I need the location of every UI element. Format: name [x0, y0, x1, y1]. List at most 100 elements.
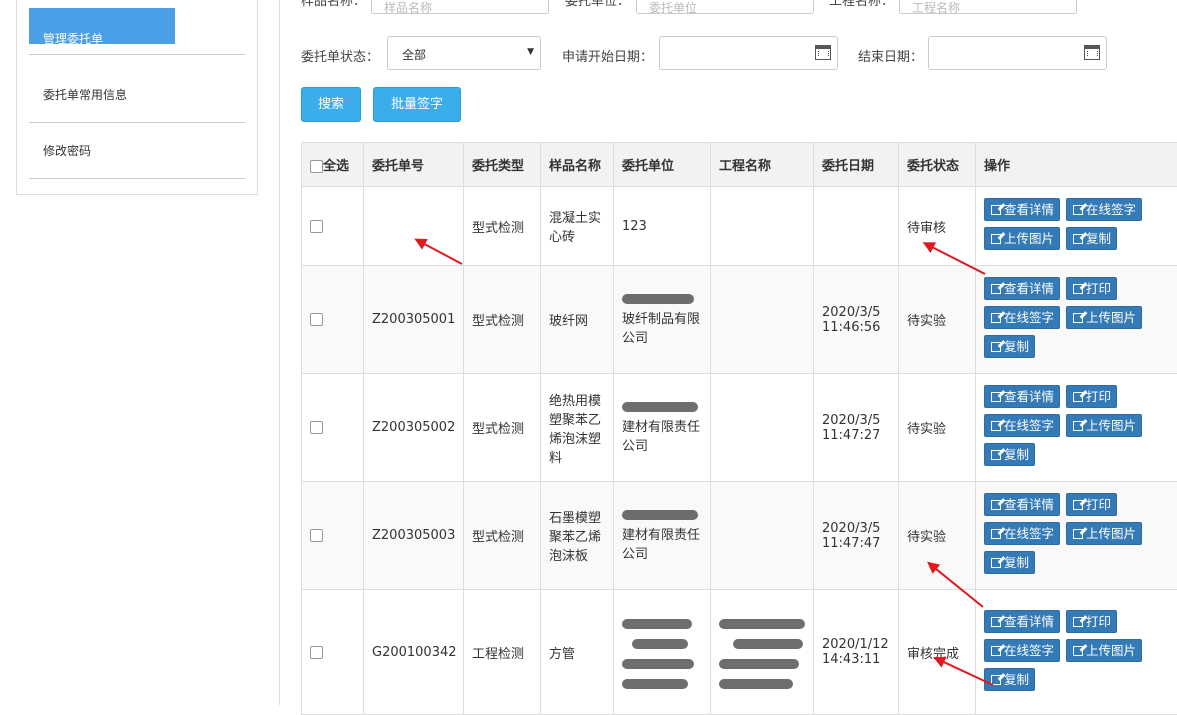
redaction-mark — [622, 659, 694, 669]
row-checkbox-cell[interactable] — [302, 374, 364, 482]
view-details-button[interactable]: 查看详情 — [984, 610, 1060, 633]
search-button[interactable]: 搜索 — [301, 87, 361, 122]
order-no-cell: G200100342 — [364, 590, 464, 715]
edit-icon — [991, 646, 1001, 656]
online-sign-button[interactable]: 在线签字 — [984, 639, 1060, 662]
sidebar-item-label: 管理委托单 — [43, 30, 103, 47]
print-button[interactable]: 打印 — [1066, 610, 1117, 633]
client-unit-input[interactable]: 委托单位 — [636, 0, 814, 14]
upload-image-button[interactable]: 上传图片 — [1066, 414, 1142, 437]
row-checkbox-cell[interactable] — [302, 590, 364, 715]
row-checkbox-cell[interactable] — [302, 187, 364, 266]
button-label: 在线签字 — [1086, 202, 1136, 217]
button-label: 查看详情 — [1004, 389, 1054, 404]
button-label: 在线签字 — [1004, 643, 1054, 658]
online-sign-button[interactable]: 在线签字 — [984, 414, 1060, 437]
client-text: 玻纤制品有限公司 — [622, 312, 700, 346]
sample-name-input[interactable]: 样品名称 — [371, 0, 549, 14]
calendar-icon[interactable] — [815, 45, 831, 60]
online-sign-button[interactable]: 在线签字 — [1066, 198, 1142, 221]
status-select[interactable]: 全部 ▼ — [387, 36, 541, 70]
batch-sign-button[interactable]: 批量签字 — [373, 87, 461, 122]
date-cell: 2020/3/5 11:47:47 — [814, 482, 899, 590]
sample-cell: 石墨模塑聚苯乙烯泡沫板 — [541, 482, 614, 590]
calendar-icon[interactable] — [1084, 45, 1100, 60]
select-all-checkbox[interactable] — [310, 160, 323, 173]
ops-cell: 查看详情打印 在线签字上传图片 复制 — [976, 590, 1177, 715]
start-date-input[interactable] — [659, 36, 838, 70]
table-row: Z200305002 型式检测 绝热用模塑聚苯乙烯泡沫塑料 建材有限责任公司 2… — [302, 374, 1177, 482]
view-details-button[interactable]: 查看详情 — [984, 493, 1060, 516]
button-label: 打印 — [1086, 281, 1111, 296]
sidebar-item-label: 委托单常用信息 — [43, 86, 127, 103]
edit-icon — [1073, 500, 1083, 510]
row-checkbox[interactable] — [310, 529, 323, 542]
sample-name-placeholder: 样品名称 — [384, 1, 432, 15]
redaction-mark — [622, 510, 698, 520]
view-details-button[interactable]: 查看详情 — [984, 277, 1060, 300]
edit-icon — [991, 205, 1001, 215]
copy-button[interactable]: 复制 — [984, 443, 1035, 466]
button-label: 上传图片 — [1004, 231, 1054, 246]
row-checkbox[interactable] — [310, 421, 323, 434]
project-name-input[interactable]: 工程名称 — [899, 0, 1077, 14]
upload-image-button[interactable]: 上传图片 — [1066, 306, 1142, 329]
chevron-down-icon: ▼ — [527, 47, 534, 57]
order-no-cell: Z200305001 — [364, 266, 464, 374]
redaction-mark — [622, 679, 688, 689]
date-cell: 2020/3/5 11:47:27 — [814, 374, 899, 482]
edit-icon — [991, 421, 1001, 431]
table-row: Z200305001 型式检测 玻纤网 玻纤制品有限公司 2020/3/5 11… — [302, 266, 1177, 374]
row-checkbox-cell[interactable] — [302, 482, 364, 590]
button-label: 复制 — [1004, 447, 1029, 462]
status-selected-value: 全部 — [402, 48, 426, 62]
upload-image-button[interactable]: 上传图片 — [1066, 639, 1142, 662]
edit-icon — [1073, 234, 1083, 244]
upload-image-button[interactable]: 上传图片 — [1066, 522, 1142, 545]
row-checkbox-cell[interactable] — [302, 266, 364, 374]
table-header-row: 全选 委托单号 委托类型 样品名称 委托单位 工程名称 委托日期 委托状态 操作 — [302, 143, 1177, 187]
button-label: 复制 — [1004, 555, 1029, 570]
row-checkbox[interactable] — [310, 313, 323, 326]
client-cell: 玻纤制品有限公司 — [614, 266, 711, 374]
status-label: 委托单状态： — [301, 46, 379, 65]
edit-icon — [991, 558, 1001, 568]
upload-image-button[interactable]: 上传图片 — [984, 227, 1060, 250]
row-checkbox[interactable] — [310, 220, 323, 233]
row-checkbox[interactable] — [310, 646, 323, 659]
button-label: 复制 — [1086, 231, 1111, 246]
order-no-cell — [364, 187, 464, 266]
edit-icon — [991, 313, 1001, 323]
project-cell — [711, 266, 814, 374]
edit-icon — [991, 617, 1001, 627]
client-unit-placeholder: 委托单位 — [649, 1, 697, 15]
end-date-input[interactable] — [928, 36, 1107, 70]
button-label: 打印 — [1086, 389, 1111, 404]
view-details-button[interactable]: 查看详情 — [984, 385, 1060, 408]
button-label: 在线签字 — [1004, 418, 1054, 433]
date-cell: 2020/3/5 11:46:56 — [814, 266, 899, 374]
print-button[interactable]: 打印 — [1066, 385, 1117, 408]
header-date: 委托日期 — [814, 143, 899, 187]
header-select-all[interactable]: 全选 — [302, 143, 364, 187]
header-client: 委托单位 — [614, 143, 711, 187]
print-button[interactable]: 打印 — [1066, 277, 1117, 300]
ops-cell: 查看详情打印 在线签字上传图片 复制 — [976, 482, 1177, 590]
print-button[interactable]: 打印 — [1066, 493, 1117, 516]
sidebar-item-common-info[interactable]: 委托单常用信息 — [29, 66, 245, 123]
view-details-button[interactable]: 查看详情 — [984, 198, 1060, 221]
copy-button[interactable]: 复制 — [984, 668, 1035, 691]
edit-icon — [1073, 529, 1083, 539]
copy-button[interactable]: 复制 — [984, 551, 1035, 574]
copy-button[interactable]: 复制 — [984, 335, 1035, 358]
button-label: 复制 — [1004, 339, 1029, 354]
online-sign-button[interactable]: 在线签字 — [984, 522, 1060, 545]
client-cell — [614, 590, 711, 715]
client-cell: 建材有限责任公司 — [614, 374, 711, 482]
copy-button[interactable]: 复制 — [1066, 227, 1117, 250]
online-sign-button[interactable]: 在线签字 — [984, 306, 1060, 329]
sidebar-item-change-password[interactable]: 修改密码 — [29, 122, 245, 179]
status-cell: 待实验 — [899, 374, 976, 482]
redaction-mark — [632, 639, 688, 649]
sidebar-item-manage-orders[interactable]: 管理委托单 — [29, 0, 245, 55]
